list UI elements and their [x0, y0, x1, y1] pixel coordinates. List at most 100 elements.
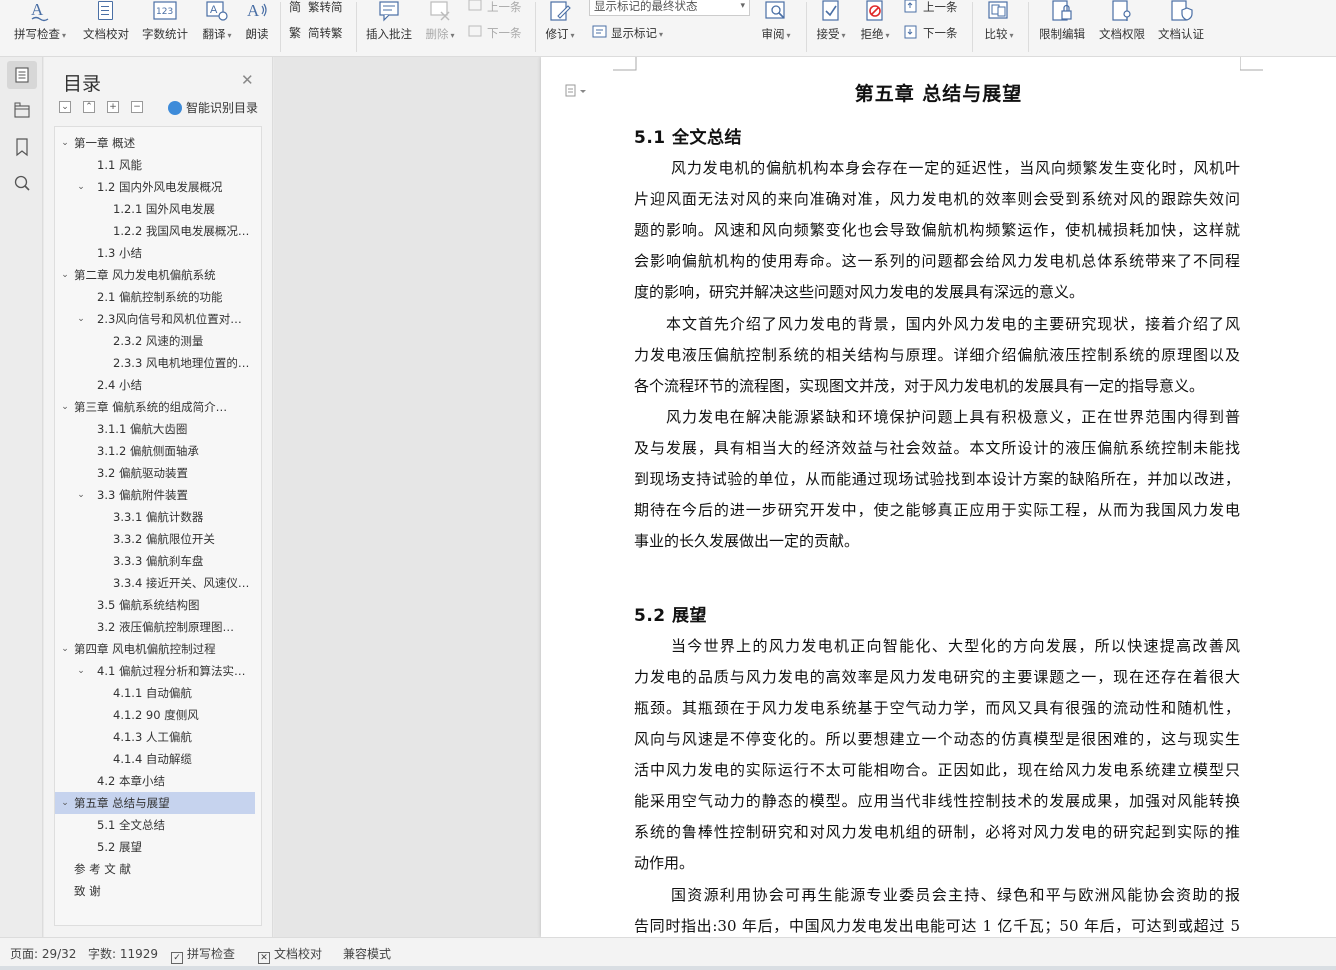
- toc-item[interactable]: 2.1 偏航控制系统的功能: [55, 286, 255, 308]
- revise-button[interactable]: 修订: [540, 0, 580, 44]
- toc-item[interactable]: 1.2.1 国外风电发展: [55, 198, 255, 220]
- margin-corner-mark: [1240, 57, 1263, 71]
- doc-proof-button[interactable]: 文档校对: [80, 0, 132, 44]
- smart-detect-toc-button[interactable]: 智能识别目录: [168, 99, 258, 116]
- page-indicator[interactable]: 页面: 29/32: [10, 945, 76, 962]
- toc-item-label: 第五章 总结与展望: [74, 796, 170, 810]
- toc-item[interactable]: 3.3.2 偏航限位开关: [55, 528, 255, 550]
- chevron-down-icon[interactable]: ⌄: [59, 132, 71, 154]
- read-aloud-button[interactable]: A 朗读: [242, 0, 272, 44]
- toc-item[interactable]: 5.2 展望: [55, 836, 255, 858]
- chevron-down-icon[interactable]: ⌄: [75, 308, 87, 330]
- paragraph-line: 及与发展，具有相当大的经济效益与社会效益。本文所设计的液压偏航系统控制未能找: [634, 439, 1240, 457]
- show-markup-button[interactable]: 显示标记 ▾: [592, 24, 663, 42]
- status-spell-check[interactable]: ✓ 拼写检查: [171, 945, 235, 964]
- toc-item[interactable]: ⌄ 第三章 偏航系统的组成简介…: [55, 396, 255, 418]
- toc-item[interactable]: 4.1.4 自动解缆: [55, 748, 255, 770]
- bookmark-nav-button[interactable]: [7, 133, 37, 161]
- translate-button[interactable]: A 翻译: [198, 0, 236, 44]
- toc-item-label: 第四章 风电机偏航控制过程: [74, 642, 216, 656]
- markup-state-select[interactable]: 显示标记的最终状态: [589, 0, 750, 16]
- toc-item[interactable]: ⌄ 3.3 偏航附件装置: [55, 484, 255, 506]
- search-icon: [14, 175, 30, 191]
- toc-item-label: 第二章 风力发电机偏航系统: [74, 268, 216, 282]
- toc-item[interactable]: 3.3.4 接近开关、风速仪…: [55, 572, 255, 594]
- word-count-indicator[interactable]: 字数: 11929: [88, 945, 158, 962]
- search-nav-button[interactable]: [7, 169, 37, 197]
- toc-item[interactable]: 3.1.2 偏航侧面轴承: [55, 440, 255, 462]
- toc-item-label: 3.3.2 偏航限位开关: [113, 532, 215, 546]
- toc-item[interactable]: 2.3.2 风速的测量: [55, 330, 255, 352]
- toc-item-label: 5.1 全文总结: [97, 818, 165, 832]
- document-page: 第五章 总结与展望 5.1 全文总结 5.2 展望 风力发电机的偏航机构本身会存…: [541, 57, 1336, 937]
- toc-item[interactable]: 1.2.2 我国风电发展概况…: [55, 220, 255, 242]
- doc-auth-button[interactable]: 文档认证: [1155, 0, 1207, 44]
- delete-comment-button[interactable]: 删除: [422, 0, 458, 44]
- expand-up-icon[interactable]: ⌃: [83, 101, 95, 113]
- document-area: 第五章 总结与展望 5.1 全文总结 5.2 展望 风力发电机的偏航机构本身会存…: [274, 57, 1336, 937]
- chevron-down-icon[interactable]: ⌄: [75, 176, 87, 198]
- spell-check-button[interactable]: A 拼写检查: [10, 0, 70, 44]
- toc-item[interactable]: 2.3.3 风电机地理位置的…: [55, 352, 255, 374]
- toc-item[interactable]: 致 谢: [55, 880, 255, 902]
- compare-button[interactable]: 比较: [980, 0, 1018, 44]
- toc-item[interactable]: 4.1.1 自动偏航: [55, 682, 255, 704]
- review-pane-button[interactable]: 审阅: [756, 0, 796, 44]
- toc-item[interactable]: 参 考 文 献: [55, 858, 255, 880]
- toc-item[interactable]: ⌄ 第四章 风电机偏航控制过程: [55, 638, 255, 660]
- toc-item[interactable]: 4.1.3 人工偏航: [55, 726, 255, 748]
- toc-tab-button[interactable]: [7, 61, 37, 89]
- simp-to-trad-button[interactable]: 繁简转繁: [289, 24, 343, 42]
- toc-item[interactable]: 5.1 全文总结: [55, 814, 255, 836]
- status-doc-proof[interactable]: ✕ 文档校对: [258, 945, 322, 964]
- toc-item[interactable]: ⌄ 第五章 总结与展望: [55, 792, 255, 814]
- toc-item[interactable]: 3.3.1 偏航计数器: [55, 506, 255, 528]
- accept-button[interactable]: 接受: [812, 0, 850, 44]
- chevron-down-icon[interactable]: ⌄: [75, 660, 87, 682]
- next-change-button[interactable]: 下一条: [904, 24, 958, 42]
- prev-comment-button[interactable]: 上一条: [468, 0, 522, 16]
- toc-item[interactable]: ⌄ 第二章 风力发电机偏航系统: [55, 264, 255, 286]
- chevron-down-icon[interactable]: ⌄: [75, 484, 87, 506]
- toc-item-label: 1.2 国内外风电发展概况: [97, 180, 223, 194]
- chevron-down-icon[interactable]: ⌄: [59, 264, 71, 286]
- toc-item[interactable]: 3.1.1 偏航大齿圈: [55, 418, 255, 440]
- collapse-all-icon[interactable]: ⌄: [59, 101, 71, 113]
- toc-item[interactable]: ⌄ 4.1 偏航过程分析和算法实现…: [55, 660, 255, 682]
- toc-item[interactable]: 1.1 风能: [55, 154, 255, 176]
- toc-item[interactable]: 4.2 本章小结: [55, 770, 255, 792]
- reject-button[interactable]: 拒绝: [856, 0, 894, 44]
- chevron-down-icon[interactable]: ⌄: [59, 396, 71, 418]
- toc-item[interactable]: ⌄ 2.3风向信号和风机位置对准…: [55, 308, 255, 330]
- paragraph-line: 风向与风速是不停变化的。所以要想建立一个动态的仿真模型是很困难的，这与现实生: [634, 730, 1240, 748]
- toc-item[interactable]: 2.4 小结: [55, 374, 255, 396]
- word-count-button[interactable]: 123 字数统计: [140, 0, 190, 44]
- insert-comment-button[interactable]: 插入批注: [362, 0, 416, 44]
- trad-simp-icon: 简: [289, 0, 305, 14]
- trad-to-simp-button[interactable]: 简繁转简: [289, 0, 343, 16]
- restrict-edit-button[interactable]: 限制编辑: [1036, 0, 1088, 44]
- doc-permission-button[interactable]: 文档权限: [1096, 0, 1148, 44]
- toc-item[interactable]: 1.3 小结: [55, 242, 255, 264]
- add-heading-icon[interactable]: +: [107, 101, 119, 113]
- next-comment-button[interactable]: 下一条: [468, 24, 522, 42]
- remove-heading-icon[interactable]: −: [131, 101, 143, 113]
- toc-item[interactable]: 3.5 偏航系统结构图: [55, 594, 255, 616]
- toc-item[interactable]: ⌄ 1.2 国内外风电发展概况: [55, 176, 255, 198]
- toc-item[interactable]: 3.2 液压偏航控制原理图…: [55, 616, 255, 638]
- toc-item-label: 1.2.2 我国风电发展概况…: [113, 224, 250, 238]
- toc-item-label: 3.3.4 接近开关、风速仪…: [113, 576, 250, 590]
- toc-item[interactable]: 3.2 偏航驱动装置: [55, 462, 255, 484]
- chapter-title: 第五章 总结与展望: [854, 83, 1023, 105]
- toc-item-label: 2.1 偏航控制系统的功能: [97, 290, 223, 304]
- chapter-nav-button[interactable]: [7, 97, 37, 125]
- close-icon[interactable]: ✕: [241, 71, 254, 89]
- toc-item[interactable]: 3.3.3 偏航刹车盘: [55, 550, 255, 572]
- prev-change-button[interactable]: 上一条: [904, 0, 958, 16]
- toc-item[interactable]: ⌄ 第一章 概述: [55, 132, 255, 154]
- toc-item[interactable]: 4.1.2 90 度侧风: [55, 704, 255, 726]
- chevron-down-icon[interactable]: ⌄: [59, 638, 71, 660]
- chevron-down-icon[interactable]: ⌄: [59, 792, 71, 814]
- paragraph-line: 各个流程环节的流程图，实现图文并茂，对于风力发电机的发展具有一定的指导意义。: [634, 377, 1205, 395]
- doc-proof-icon: [94, 0, 118, 22]
